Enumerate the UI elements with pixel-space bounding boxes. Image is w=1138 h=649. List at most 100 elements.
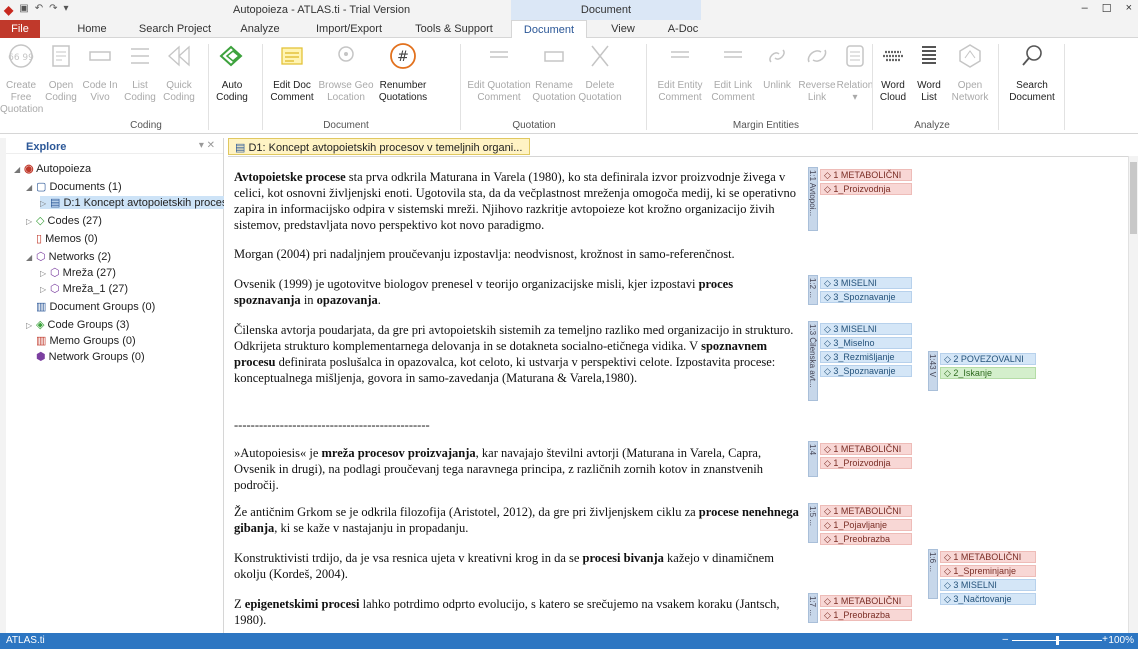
tab-file[interactable]: File	[0, 20, 40, 38]
delete-quotation-button[interactable]: Delete Quotation	[578, 42, 622, 104]
code-in-vivo-button[interactable]: Code In Vivo	[80, 42, 120, 104]
quick-coding-button[interactable]: Quick Coding	[160, 42, 198, 104]
edit-doc-comment-button[interactable]: Edit Doc Comment	[268, 42, 316, 104]
tree-item-memos[interactable]: ▯ Memos (0)	[26, 232, 98, 245]
document-tab-close-button[interactable]: ×	[529, 142, 530, 154]
tab-import-export[interactable]: Import/Export	[307, 20, 391, 38]
tab-tools-support[interactable]: Tools & Support	[407, 20, 501, 38]
code-tag[interactable]: ◇ 3_Spoznavanje	[820, 365, 912, 377]
tree-item-code-groups[interactable]: ▷ ◈ Code Groups (3)	[26, 318, 129, 331]
document-tab[interactable]: ▤ D1: Koncept avtopoietskih procesov v t…	[228, 138, 530, 155]
explore-panel-controls[interactable]: ▾ ✕	[199, 140, 215, 151]
close-button[interactable]: ×	[1126, 2, 1132, 15]
browse-geo-location-button[interactable]: Browse Geo Location	[318, 42, 374, 104]
tree-item-network-groups[interactable]: ⬢ Network Groups (0)	[26, 350, 145, 363]
zoom-out-button[interactable]: –	[1002, 634, 1008, 645]
tab-view[interactable]: View	[598, 20, 648, 38]
memo-icon: ▯	[36, 233, 43, 245]
paragraph-4[interactable]: Čilenska avtorja poudarjata, da gre pri …	[234, 322, 800, 386]
code-tag[interactable]: ◇ 1 METABOLIČNI	[820, 595, 912, 607]
paragraph-7[interactable]: Konstruktivisti trdijo, da je vsa resnic…	[234, 550, 800, 582]
quotation-marker[interactable]: 1:1 Avtopoi...	[808, 167, 818, 231]
save-icon[interactable]: ▣	[19, 3, 28, 17]
open-network-button[interactable]: Open Network	[950, 42, 990, 104]
reverse-link-button[interactable]: Reverse Link	[798, 42, 836, 104]
code-tag[interactable]: ◇ 3_Spoznavanje	[820, 291, 912, 303]
zoom-slider[interactable]	[1012, 636, 1102, 645]
edit-quotation-comment-button[interactable]: Edit Quotation Comment	[466, 42, 532, 104]
code-tag[interactable]: ◇ 3_Rezmišljanje	[820, 351, 912, 363]
vertical-scrollbar[interactable]	[1128, 156, 1138, 633]
code-tag[interactable]: ◇ 1_Pojavljanje	[820, 519, 912, 531]
maximize-button[interactable]: ☐	[1102, 2, 1112, 15]
paragraph-6[interactable]: Že antičnim Grkom se je odkrila filozofi…	[234, 504, 800, 536]
quotation-marker[interactable]: 1:3 Čilenska avt...	[808, 321, 818, 401]
unlink-button[interactable]: Unlink	[758, 42, 796, 92]
code-tag[interactable]: ◇ 2 POVEZOVALNI	[940, 353, 1036, 365]
tree-item-documents[interactable]: ◢ ▢ Documents (1)	[26, 180, 122, 193]
quotation-marker[interactable]: 1:6 ...	[928, 549, 938, 599]
renumber-quotations-button[interactable]: # Renumber Quotations	[375, 42, 431, 104]
document-viewer[interactable]: Avtopoietske procese sta prva odkrila Ma…	[228, 156, 1128, 633]
word-list-button[interactable]: Word List	[912, 42, 946, 104]
tab-a-doc[interactable]: A-Doc	[658, 20, 708, 38]
code-tag[interactable]: ◇ 3 MISELNI	[820, 277, 912, 289]
list-coding-button[interactable]: List Coding	[121, 42, 159, 104]
quotation-marker[interactable]: 1:2 ...	[808, 275, 818, 305]
tree-item-network-mreza-1[interactable]: ▷ ⬡ Mreža_1 (27)	[40, 282, 128, 295]
search-document-button[interactable]: Search Document	[1006, 42, 1058, 104]
open-coding-button[interactable]: Open Coding	[43, 42, 79, 104]
rename-quotation-button[interactable]: Rename Quotation	[532, 42, 576, 104]
code-tag[interactable]: ◇ 3_Miselno	[820, 337, 912, 349]
network-icon: ⬡	[50, 267, 60, 279]
undo-icon[interactable]: ↶	[35, 3, 43, 17]
minimize-button[interactable]: –	[1082, 2, 1088, 15]
paragraph-5[interactable]: »Autopoiesis« je mreža procesov proizvaj…	[234, 445, 800, 493]
quotation-marker[interactable]: 1:5 ...	[808, 503, 818, 543]
code-tag[interactable]: ◇ 3_Načrtovanje	[940, 593, 1036, 605]
paragraph-8[interactable]: Z epigenetskimi procesi lahko potrdimo o…	[234, 596, 800, 628]
paragraph-2[interactable]: Morgan (2004) pri nadaljnjem proučevanju…	[234, 246, 800, 262]
edit-link-comment-button[interactable]: Edit Link Comment	[708, 42, 758, 104]
tree-item-codes[interactable]: ▷ ◇ Codes (27)	[26, 214, 102, 227]
code-tag[interactable]: ◇ 1 METABOLIČNI	[820, 169, 912, 181]
code-tag[interactable]: ◇ 1_Preobrazba	[820, 609, 912, 621]
side-panel-grip[interactable]	[0, 138, 6, 633]
auto-coding-button[interactable]: Auto Coding	[214, 42, 250, 104]
quotation-marker[interactable]: 1:7 ...	[808, 593, 818, 623]
code-tag[interactable]: ◇ 1_Proizvodnja	[820, 183, 912, 195]
code-tag[interactable]: ◇ 2_Iskanje	[940, 367, 1036, 379]
qat-dropdown-icon[interactable]: ▾	[63, 3, 68, 17]
code-tag[interactable]: ◇ 1_Proizvodnja	[820, 457, 912, 469]
paragraph-1[interactable]: Avtopoietske procese sta prva odkrila Ma…	[234, 169, 800, 233]
zoom-slider-handle[interactable]	[1056, 636, 1059, 645]
zoom-in-button[interactable]: +	[1102, 634, 1108, 645]
code-group-icon: ◈	[36, 319, 45, 331]
tab-search-project[interactable]: Search Project	[133, 20, 217, 38]
word-cloud-button[interactable]: Word Cloud	[876, 42, 910, 104]
code-tag[interactable]: ◇ 3 MISELNI	[940, 579, 1036, 591]
tree-item-network-mreza[interactable]: ▷ ⬡ Mreža (27)	[40, 266, 116, 279]
quotation-marker[interactable]: 1:4 »Aut...	[808, 441, 818, 477]
code-tag[interactable]: ◇ 1 METABOLIČNI	[820, 443, 912, 455]
scrollbar-thumb[interactable]	[1130, 162, 1137, 234]
tree-item-document-groups[interactable]: ▥ Document Groups (0)	[26, 300, 155, 313]
code-tag[interactable]: ◇ 1_Preobrazba	[820, 533, 912, 545]
tab-analyze[interactable]: Analyze	[233, 20, 287, 38]
quotation-marker[interactable]: 1:43 V s...	[928, 351, 938, 391]
code-tag[interactable]: ◇ 3 MISELNI	[820, 323, 912, 335]
create-free-quotation-button[interactable]: 66 99 Create Free Quotation	[0, 42, 43, 116]
tree-item-memo-groups[interactable]: ▥ Memo Groups (0)	[26, 334, 136, 347]
relation-dropdown[interactable]: Relation ▾	[836, 42, 874, 104]
tree-item-document-d1[interactable]: ▷▤ D:1 Koncept avtopoietskih procesov v …	[40, 196, 224, 209]
edit-entity-comment-button[interactable]: Edit Entity Comment	[652, 42, 708, 104]
code-tag[interactable]: ◇ 1 METABOLIČNI	[940, 551, 1036, 563]
code-tag[interactable]: ◇ 1_Spreminjanje	[940, 565, 1036, 577]
tab-home[interactable]: Home	[66, 20, 118, 38]
paragraph-3[interactable]: Ovsenik (1999) je ugotovitve biologov pr…	[234, 276, 800, 308]
redo-icon[interactable]: ↷	[49, 3, 57, 17]
tree-item-project[interactable]: ◢ ◉ Autopoieza	[14, 162, 91, 175]
tab-document[interactable]: Document	[511, 20, 587, 39]
tree-item-networks[interactable]: ◢ ⬡ Networks (2)	[26, 250, 111, 263]
code-tag[interactable]: ◇ 1 METABOLIČNI	[820, 505, 912, 517]
